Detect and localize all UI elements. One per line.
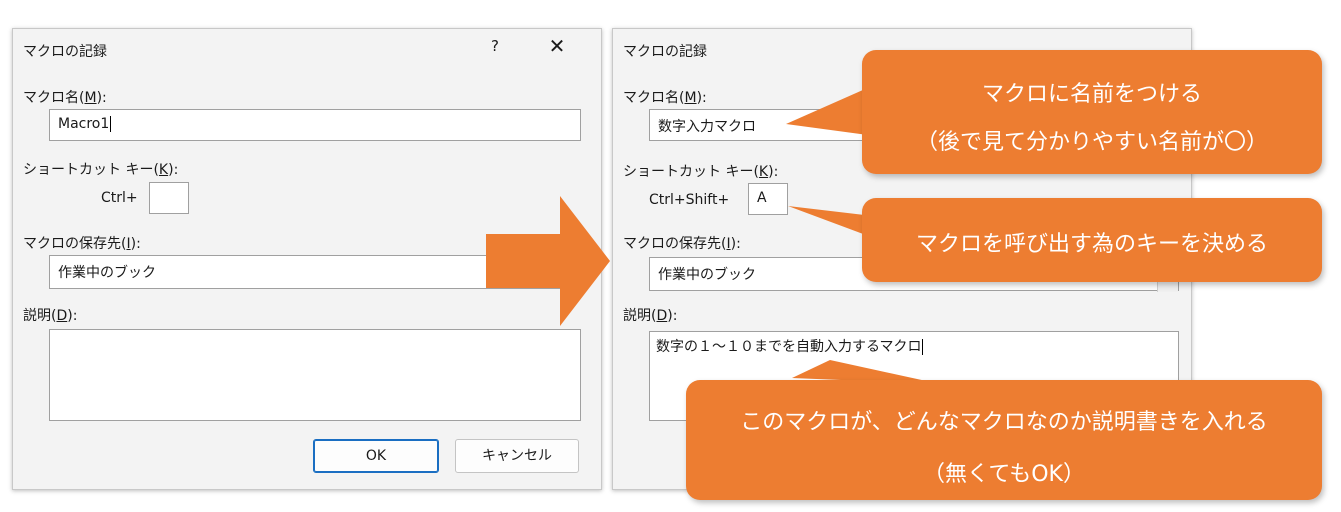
description-callout-line2: （無くてもOK）: [923, 462, 1085, 487]
name-callout-line2: （後で見て分かりやすい名前が〇）: [915, 130, 1268, 155]
name-callout: マクロに名前をつける （後で見て分かりやすい名前が〇）: [862, 50, 1322, 174]
key-callout-line1: マクロを呼び出す為のキーを決める: [915, 232, 1268, 257]
name-callout-line1: マクロに名前をつける: [981, 82, 1202, 107]
key-callout: マクロを呼び出す為のキーを決める: [862, 198, 1322, 282]
description-callout-line1: このマクロが、どんなマクロなのか説明書きを入れる: [740, 410, 1268, 435]
description-callout: このマクロが、どんなマクロなのか説明書きを入れる （無くてもOK）: [686, 380, 1322, 500]
